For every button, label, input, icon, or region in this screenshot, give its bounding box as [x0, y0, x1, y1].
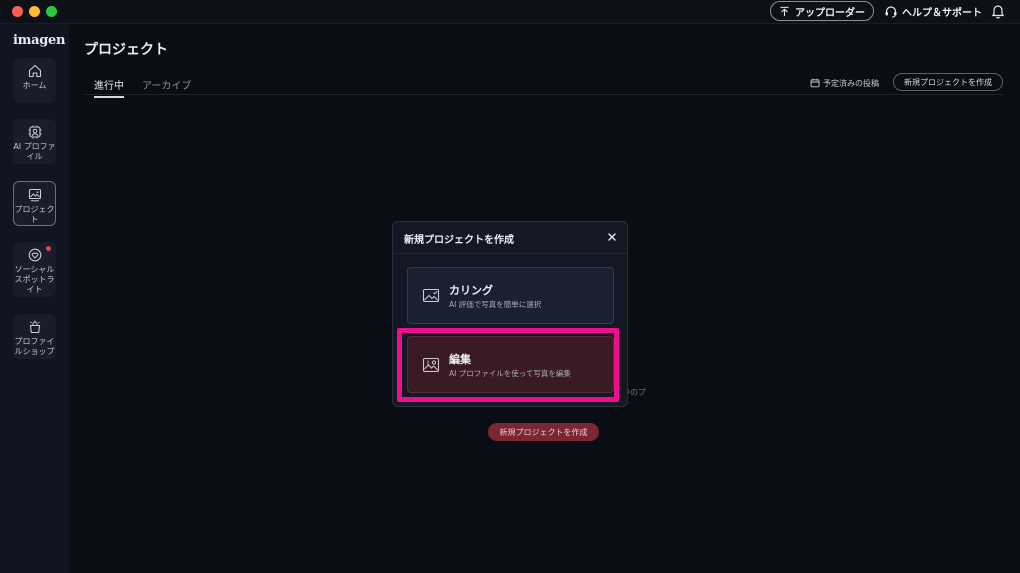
- sidebar-item-label: プロファイルショップ: [14, 337, 55, 356]
- imagen-logo: imagen: [13, 33, 66, 48]
- help-support-label: ヘルプ＆サポート: [902, 7, 982, 19]
- headset-icon: [885, 5, 897, 17]
- sidebar-item-label: AI プロファイル: [13, 142, 56, 161]
- notification-dot: [46, 246, 51, 251]
- sidebar-item-project[interactable]: プロジェクト: [13, 181, 56, 226]
- window-close-button[interactable]: [12, 6, 23, 17]
- edit-option[interactable]: 編集 AI プロファイルを使って写真を編集: [407, 336, 614, 393]
- sidebar-item-profile-shop[interactable]: プロファイルショップ: [13, 314, 56, 359]
- help-support-link[interactable]: ヘルプ＆サポート: [884, 3, 982, 19]
- sidebar-item-ai-profile[interactable]: AI プロファイル: [13, 119, 56, 164]
- page-title: プロジェクト: [84, 42, 168, 58]
- sidebar-item-label: ホーム: [22, 81, 47, 90]
- option-description: AI プロファイルを使って写真を編集: [449, 369, 571, 378]
- calendar-icon: [810, 78, 820, 88]
- dialog-title: 新規プロジェクトを作成: [404, 235, 514, 246]
- new-project-button[interactable]: 新規プロジェクトを作成: [893, 73, 1003, 91]
- option-title: カリング: [449, 284, 493, 297]
- sidebar: imagen ホーム AI プロファイル プロジェクト ソーシャルスポットライト…: [0, 24, 69, 573]
- scheduled-posts-label: 予定済みの投稿: [823, 78, 879, 88]
- sidebar-item-social-spotlight[interactable]: ソーシャルスポットライト: [13, 242, 56, 297]
- empty-state-new-project-button[interactable]: 新規プロジェクトを作成: [488, 423, 599, 441]
- uploader-label: アップローダー: [795, 7, 865, 19]
- sidebar-item-label: プロジェクト: [14, 205, 55, 224]
- window-minimize-button[interactable]: [29, 6, 40, 17]
- project-icon: [28, 188, 41, 202]
- title-bar: アップローダー ヘルプ＆サポート: [0, 0, 1020, 24]
- social-spotlight-icon: [28, 248, 41, 262]
- home-icon: [28, 64, 41, 78]
- profile-shop-icon: [29, 320, 40, 334]
- dialog-divider: [393, 253, 627, 254]
- bell-icon[interactable]: [991, 3, 1005, 19]
- culling-option[interactable]: カリング AI 評価で写真を簡単に選択: [407, 267, 614, 324]
- edit-image-icon: [422, 357, 440, 373]
- culling-image-icon: [422, 288, 440, 303]
- new-project-dialog: 新規プロジェクトを作成 カリング AI 評価で写真を簡単に選択 編集 AI プロ…: [392, 221, 628, 407]
- option-description: AI 評価で写真を簡単に選択: [449, 300, 542, 309]
- sidebar-item-label: ソーシャルスポットライト: [14, 265, 55, 294]
- upload-icon: [780, 6, 789, 16]
- window-zoom-button[interactable]: [46, 6, 57, 17]
- close-icon[interactable]: [606, 231, 618, 243]
- option-title: 編集: [449, 353, 471, 366]
- ai-profile-icon: [28, 125, 41, 139]
- sidebar-item-home[interactable]: ホーム: [13, 58, 56, 103]
- uploader-button[interactable]: アップローダー: [770, 1, 874, 21]
- tab-divider: [84, 94, 1003, 95]
- scheduled-posts-link[interactable]: 予定済みの投稿: [810, 76, 879, 90]
